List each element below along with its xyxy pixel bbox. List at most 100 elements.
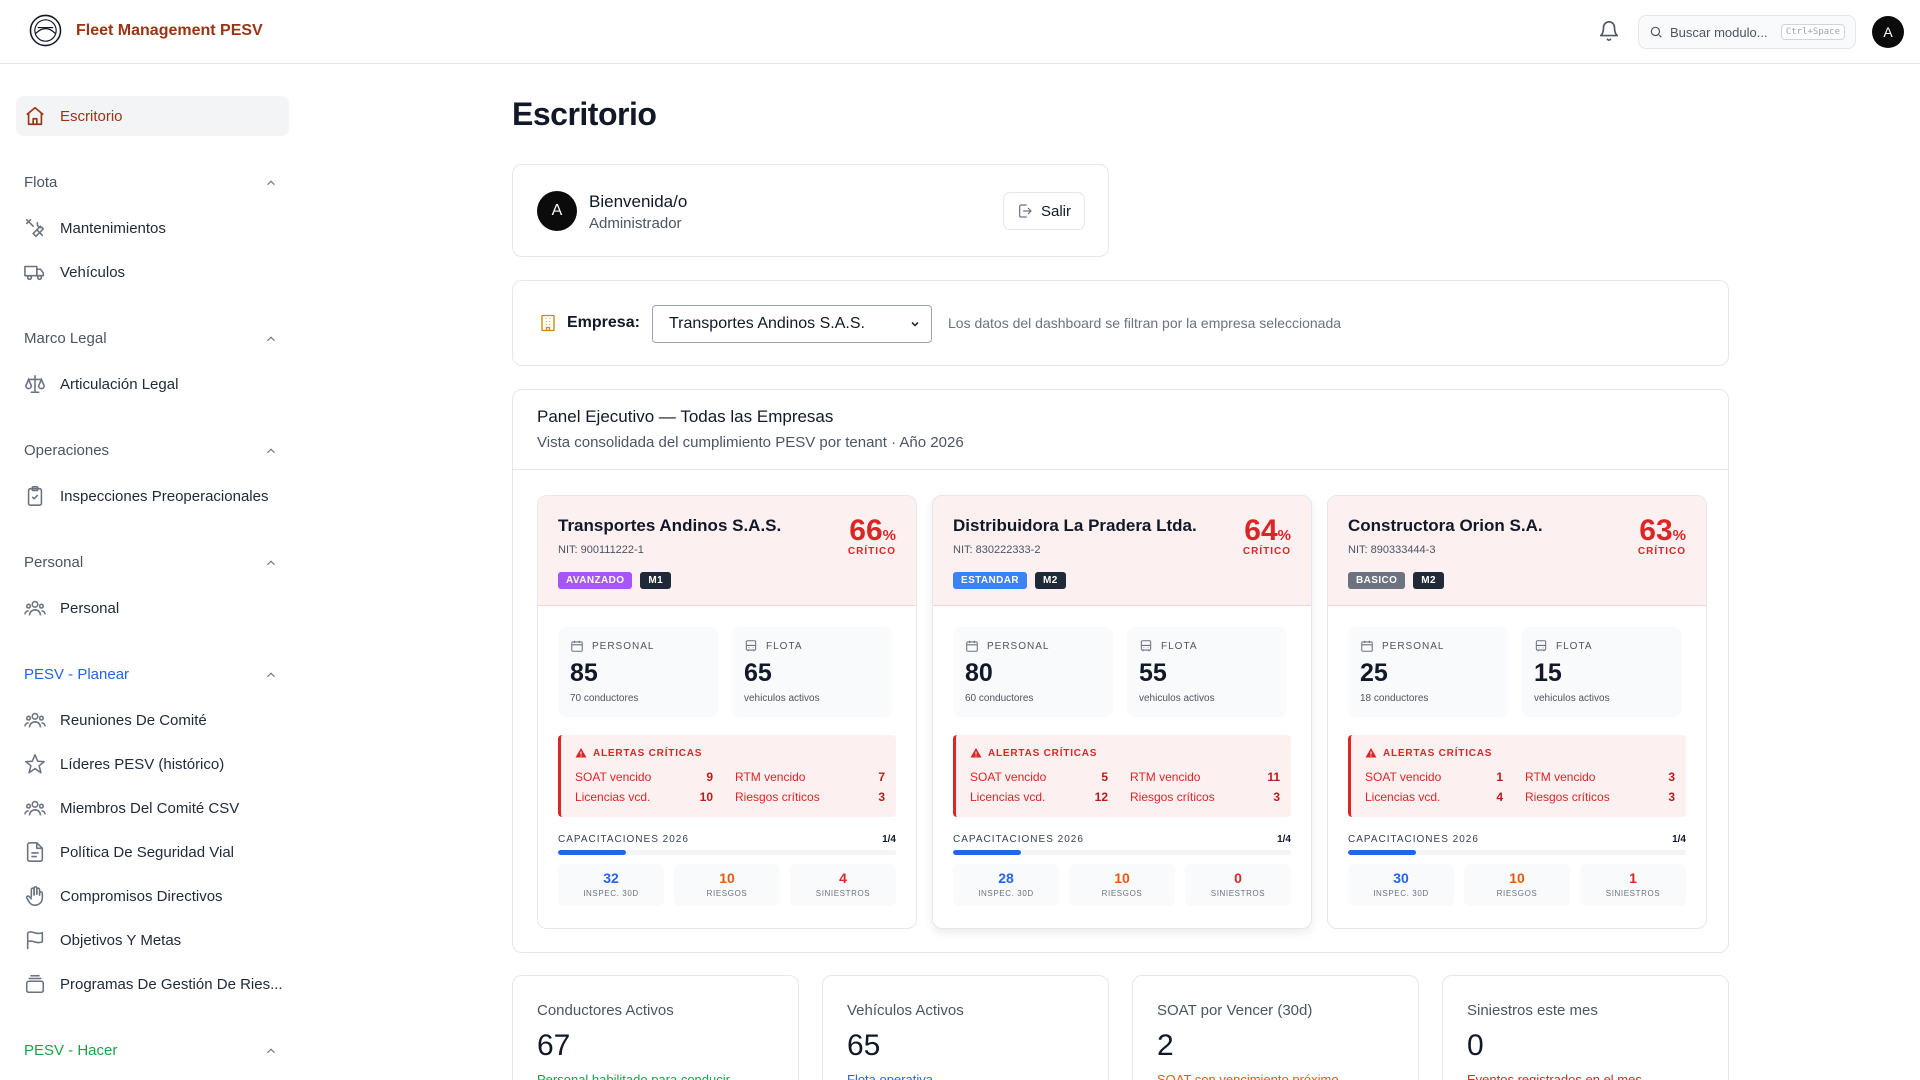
brand[interactable]: Fleet Management PESV — [29, 14, 263, 47]
chevron-up-icon — [267, 671, 275, 677]
logout-button[interactable]: Salir — [1003, 192, 1085, 230]
alert-label: Riesgos críticos — [1525, 790, 1610, 804]
tenant-name: Transportes Andinos S.A.S. — [558, 516, 782, 535]
users-icon — [24, 600, 46, 616]
sidebar-group-pesv-planear[interactable]: PESV - Planear — [24, 666, 278, 683]
alerts-title: ALERTAS CRÍTICAS — [1383, 747, 1493, 759]
company-select[interactable]: Transportes Andinos S.A.S. — [652, 305, 932, 343]
tenant-name: Distribuidora La Pradera Ltda. — [953, 516, 1197, 535]
sidebar-item-reuniones[interactable]: Reuniones De Comité — [16, 700, 289, 740]
stat-label: PERSONAL — [1382, 640, 1445, 652]
maturity-badge: M1 — [640, 572, 672, 589]
training-progress-fill — [1348, 850, 1416, 855]
mini-value: 28 — [998, 870, 1014, 886]
stat-value: 85 — [570, 659, 598, 687]
training-value: 1/4 — [882, 834, 896, 845]
sidebar-item-label: Programas De Gestión De Ries... — [60, 975, 283, 993]
sidebar-group-marco-legal[interactable]: Marco Legal — [24, 330, 278, 347]
user-avatar[interactable]: A — [1872, 16, 1904, 48]
tenant-card[interactable]: Transportes Andinos S.A.S. NIT: 90011122… — [537, 495, 917, 929]
mini-value: 1 — [1629, 870, 1637, 886]
sidebar-item-label: Reuniones De Comité — [60, 711, 207, 729]
mini-value: 32 — [603, 870, 619, 886]
compliance-score: 64% CRÍTICO — [1243, 514, 1291, 557]
layers-icon — [25, 974, 45, 994]
sidebar-item-mantenimientos[interactable]: Mantenimientos — [16, 208, 289, 248]
sidebar-item-escritorio[interactable]: Escritorio — [16, 96, 289, 136]
mini-label: RIESGOS — [1101, 889, 1143, 898]
sidebar-item-objetivos[interactable]: Objetivos Y Metas — [16, 920, 289, 960]
score-level: CRÍTICO — [847, 546, 896, 557]
chevron-up-icon — [267, 179, 275, 185]
group-label: Operaciones — [24, 442, 110, 459]
sidebar-item-label: Escritorio — [60, 107, 123, 125]
calendar-icon — [966, 640, 978, 652]
sidebar-item-politica[interactable]: Política De Seguridad Vial — [16, 832, 289, 872]
accidents-mini: 0 SINIESTROS — [1185, 864, 1291, 906]
tenant-card[interactable]: Constructora Orion S.A. NIT: 890333444-3… — [1327, 495, 1707, 929]
sidebar-item-label: Líderes PESV (histórico) — [60, 755, 225, 773]
alert-value: 12 — [1094, 790, 1108, 804]
mini-label: SINIESTROS — [1210, 889, 1266, 898]
search-placeholder: Buscar modulo... — [1670, 24, 1768, 40]
sidebar-item-label: Objetivos Y Metas — [60, 931, 182, 949]
search-input[interactable]: Buscar modulo... Ctrl+Space — [1638, 15, 1856, 49]
training-progress — [1348, 850, 1686, 855]
training-label: CAPACITACIONES 2026 — [1348, 834, 1479, 845]
sidebar-item-compromisos[interactable]: Compromisos Directivos — [16, 876, 289, 916]
sidebar-group-personal[interactable]: Personal — [24, 554, 278, 571]
kpi-card-vehiculos[interactable]: Vehículos Activos 65 Flota operativa — [822, 975, 1109, 1080]
sidebar-item-articulacion-legal[interactable]: Articulación Legal — [16, 364, 289, 404]
kpi-card-soat[interactable]: SOAT por Vencer (30d) 2 SOAT con vencimi… — [1132, 975, 1419, 1080]
sidebar-item-programas[interactable]: Programas De Gestión De Ries... — [16, 964, 289, 1004]
calendar-icon — [571, 640, 583, 652]
sidebar-group-flota[interactable]: Flota — [24, 174, 278, 191]
critical-alerts: ALERTAS CRÍTICAS SOAT vencido 5 RTM venc… — [953, 735, 1291, 817]
chevron-up-icon — [267, 1047, 275, 1053]
building-icon — [541, 314, 555, 332]
tenant-badges: AVANZADO M1 — [558, 572, 672, 589]
tenant-nit: NIT: 890333444-3 — [1348, 544, 1436, 556]
alert-label: SOAT vencido — [1365, 770, 1442, 784]
alert-value: 7 — [878, 770, 885, 784]
kpi-sub: Flota operativa — [847, 1072, 933, 1080]
company-filter-card: Empresa: Transportes Andinos S.A.S. Los … — [512, 280, 1729, 366]
score-value: 63 — [1639, 514, 1673, 547]
inspections-mini: 30 INSPEC. 30D — [1348, 864, 1454, 906]
alert-value: 5 — [1101, 770, 1108, 784]
mini-label: INSPEC. 30D — [1373, 889, 1429, 898]
bell-icon[interactable] — [1598, 20, 1620, 42]
sidebar-group-pesv-hacer[interactable]: PESV - Hacer — [24, 1042, 278, 1059]
kpi-card-conductores[interactable]: Conductores Activos 67 Personal habilita… — [512, 975, 799, 1080]
level-badge: AVANZADO — [558, 572, 633, 589]
sidebar-item-lideres[interactable]: Líderes PESV (histórico) — [16, 744, 289, 784]
sidebar-item-inspecciones[interactable]: Inspecciones Preoperacionales — [16, 476, 289, 516]
sidebar-item-label: Compromisos Directivos — [60, 887, 223, 905]
score-percent-sign: % — [1672, 527, 1686, 544]
stat-value: 15 — [1534, 659, 1562, 687]
logout-icon — [1019, 204, 1032, 218]
mini-label: RIESGOS — [1496, 889, 1538, 898]
kpi-card-siniestros[interactable]: Siniestros este mes 0 Eventos registrado… — [1442, 975, 1729, 1080]
sidebar-item-label: Personal — [60, 599, 120, 617]
chevron-up-icon — [267, 447, 275, 453]
sidebar-item-label: Miembros Del Comité CSV — [60, 799, 240, 817]
training-value: 1/4 — [1277, 834, 1291, 845]
tenant-card[interactable]: Distribuidora La Pradera Ltda. NIT: 8302… — [932, 495, 1312, 929]
clipboard-icon — [27, 486, 43, 506]
panel-title: Panel Ejecutivo — Todas las Empresas — [537, 407, 834, 426]
alert-label: Licencias vcd. — [1365, 790, 1441, 804]
score-percent-sign: % — [1277, 527, 1291, 544]
group-label: Flota — [24, 174, 58, 191]
tenant-header: Transportes Andinos S.A.S. NIT: 90011122… — [538, 496, 916, 606]
sidebar-item-miembros[interactable]: Miembros Del Comité CSV — [16, 788, 289, 828]
sidebar-item-personal[interactable]: Personal — [16, 588, 289, 628]
sidebar-group-operaciones[interactable]: Operaciones — [24, 442, 278, 459]
logout-label: Salir — [1040, 202, 1071, 220]
stat-label: FLOTA — [1556, 640, 1593, 652]
hand-icon — [25, 886, 44, 906]
kpi-sub: Eventos registrados en el mes — [1467, 1072, 1642, 1080]
sidebar-item-vehiculos[interactable]: Vehículos — [16, 252, 289, 292]
alert-value: 11 — [1267, 770, 1280, 784]
flota-stat: FLOTA 65 vehiculos activos — [732, 627, 892, 717]
